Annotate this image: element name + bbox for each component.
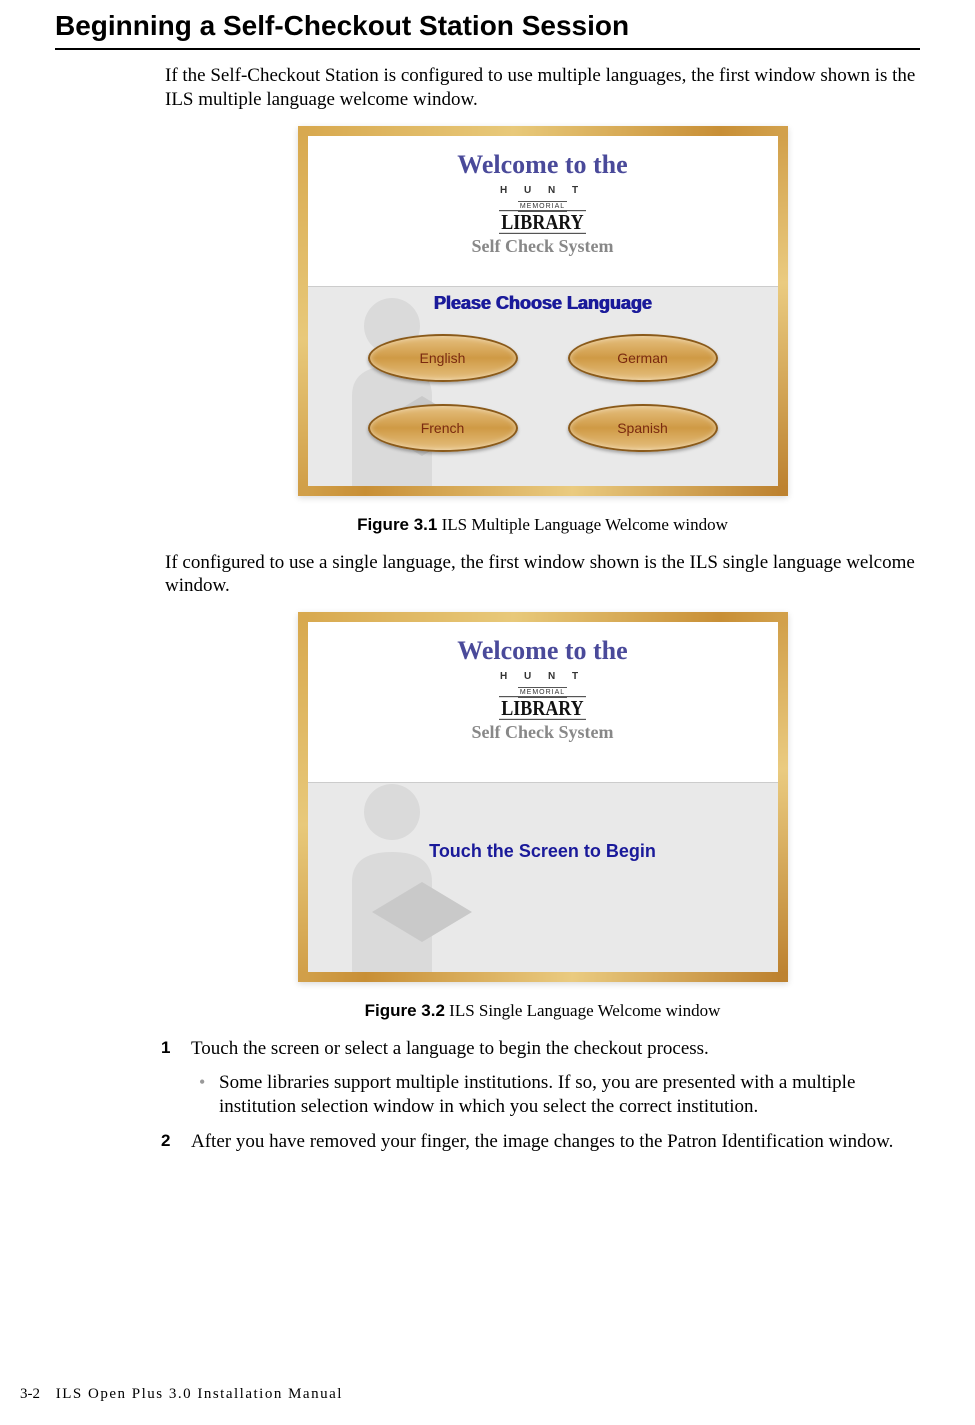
logo2-line-3: LIBRARY [499,696,585,720]
german-button[interactable]: German [568,334,718,382]
welcome-subtitle-2: Self Check System [308,722,778,743]
welcome-subtitle: Self Check System [308,236,778,257]
heading-rule [55,48,920,50]
intro-paragraph-1: If the Self-Checkout Station is configur… [165,64,920,112]
english-button[interactable]: English [368,334,518,382]
section-title: Beginning a Self-Checkout Station Sessio… [55,10,920,44]
page-heading: Beginning a Self-Checkout Station Sessio… [55,10,920,50]
choose-language-label: Please Choose Language [308,287,778,314]
manual-title: ILS Open Plus 3.0 Installation Manual [56,1386,343,1402]
figure-2-caption: Figure 3.2 ILS Single Language Welcome w… [165,1001,920,1021]
figure-2-text: ILS Single Language Welcome window [445,1001,720,1020]
intro-paragraph-2: If configured to use a single language, … [165,551,920,599]
figure-1-label: Figure 3.1 [357,515,437,534]
step-1-text: Touch the screen or select a language to… [191,1038,709,1059]
logo2-line-1: H U N T [499,672,585,682]
body-content: If the Self-Checkout Station is configur… [165,64,920,1154]
library-logo-2: H U N T MEMORIAL LIBRARY [499,672,585,718]
figure-2-label: Figure 3.2 [365,1001,445,1020]
welcome-title-2: Welcome to the [308,636,778,666]
welcome-header-2: Welcome to the H U N T MEMORIAL LIBRARY … [308,622,778,743]
logo-line-1: H U N T [499,186,585,196]
step-2: After you have removed your finger, the … [161,1130,920,1154]
steps-list: Touch the screen or select a language to… [161,1037,920,1154]
french-button[interactable]: French [368,404,518,452]
language-buttons: English German French Spanish [308,334,778,454]
figure-2: Welcome to the H U N T MEMORIAL LIBRARY … [165,612,920,1021]
step-1: Touch the screen or select a language to… [161,1037,920,1118]
page-footer: 3-2 ILS Open Plus 3.0 Installation Manua… [20,1386,343,1403]
welcome-header: Welcome to the H U N T MEMORIAL LIBRARY … [308,136,778,257]
touch-to-begin-label: Touch the Screen to Begin [308,783,778,862]
language-panel: Please Choose Language English German Fr… [308,286,778,486]
welcome-title: Welcome to the [308,150,778,180]
touch-panel[interactable]: Touch the Screen to Begin [308,782,778,972]
figure-1-text: ILS Multiple Language Welcome window [437,515,728,534]
figure-1: Welcome to the H U N T MEMORIAL LIBRARY … [165,126,920,535]
step-1-substep: Some libraries support multiple institut… [191,1071,920,1119]
step-2-text: After you have removed your finger, the … [191,1131,893,1152]
page-number: 3-2 [20,1386,40,1402]
logo-line-3: LIBRARY [499,210,585,234]
single-language-welcome-screenshot[interactable]: Welcome to the H U N T MEMORIAL LIBRARY … [298,612,788,982]
library-logo: H U N T MEMORIAL LIBRARY [499,186,585,232]
multi-language-welcome-screenshot: Welcome to the H U N T MEMORIAL LIBRARY … [298,126,788,496]
figure-1-caption: Figure 3.1 ILS Multiple Language Welcome… [165,515,920,535]
spanish-button[interactable]: Spanish [568,404,718,452]
step-1-sub-text: Some libraries support multiple institut… [219,1072,855,1117]
